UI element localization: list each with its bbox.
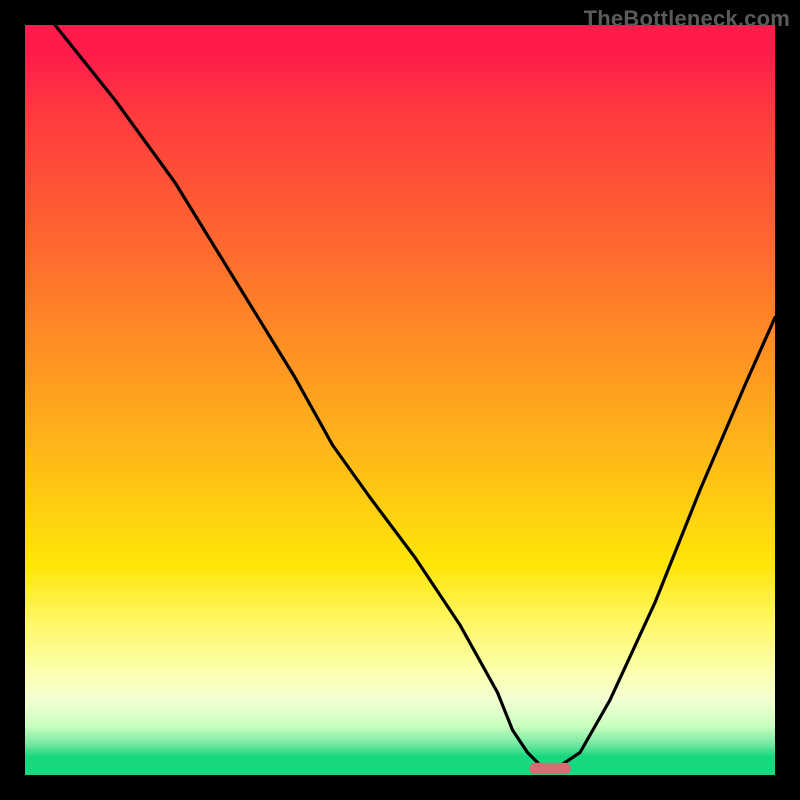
- background-gradient: [25, 25, 775, 775]
- plot-area: [25, 25, 775, 775]
- chart-frame: TheBottleneck.com: [0, 0, 800, 800]
